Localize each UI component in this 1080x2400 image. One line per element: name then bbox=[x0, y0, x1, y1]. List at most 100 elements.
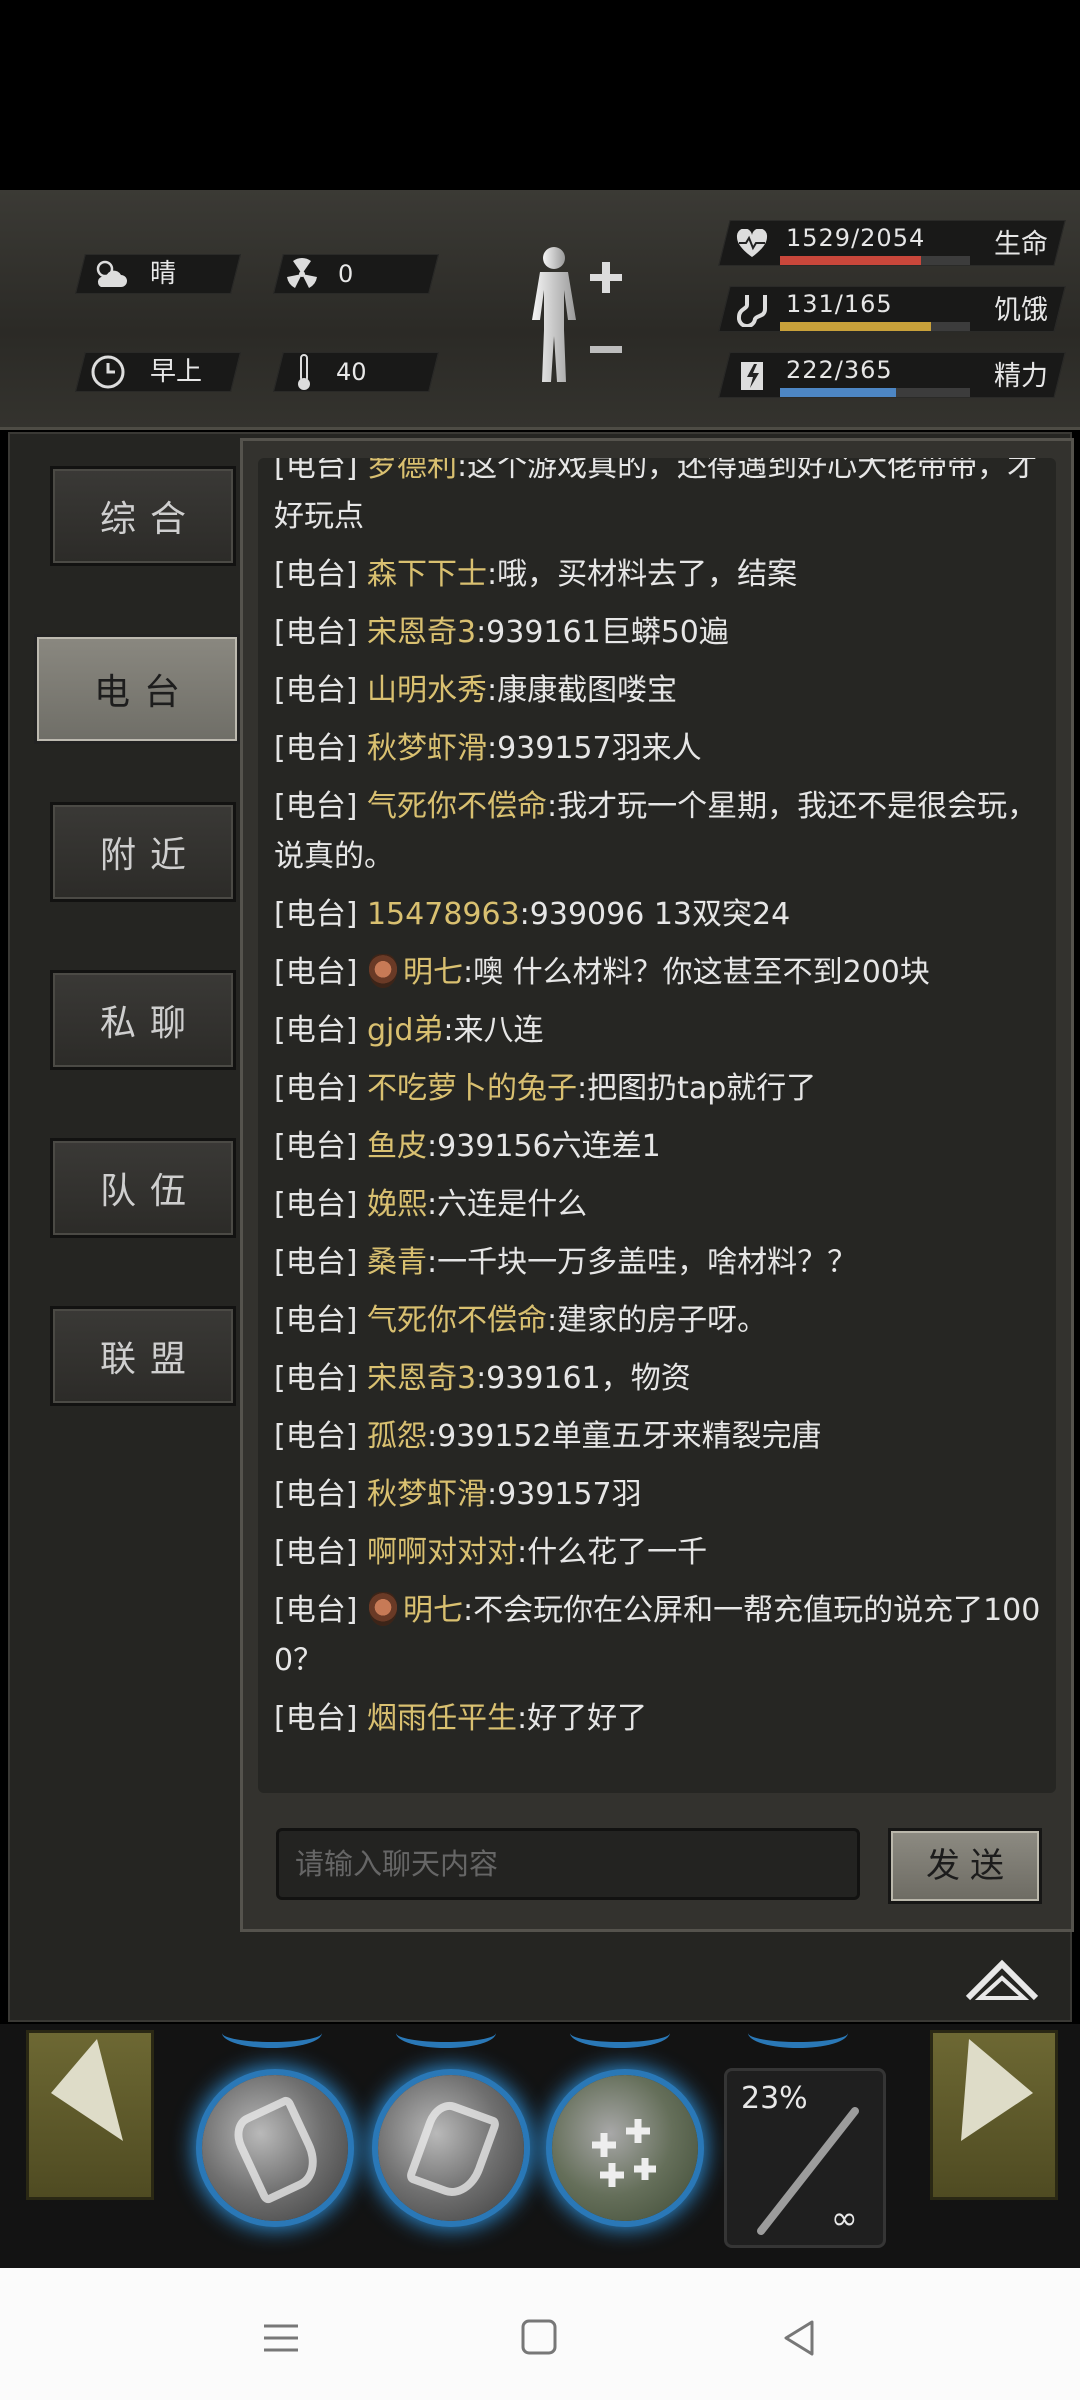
message-channel: [电台] bbox=[274, 1593, 358, 1628]
message-sender[interactable]: 森下下士 bbox=[367, 557, 487, 592]
message-channel: [电台] bbox=[274, 1129, 358, 1164]
tab-nearby[interactable]: 附近 bbox=[50, 802, 236, 902]
hunger-bar-fill bbox=[780, 322, 931, 331]
health-label: 生命 bbox=[994, 229, 1048, 260]
message-sender[interactable]: 气死你不偿命 bbox=[367, 789, 547, 824]
temperature-value: 40 bbox=[336, 358, 367, 386]
skill-slot-halo bbox=[748, 2018, 848, 2048]
back-icon[interactable] bbox=[770, 2308, 830, 2368]
message-sender[interactable]: 山明水秀 bbox=[367, 673, 487, 708]
next-page-button[interactable] bbox=[930, 2030, 1058, 2200]
skill-slot-halo bbox=[222, 2018, 322, 2048]
message-sender[interactable]: 孤怨 bbox=[367, 1419, 427, 1454]
status-bar: 晴 0 早上 40 1529/2054 生命 131/165 饥饿 222/36… bbox=[0, 190, 1080, 430]
thermometer-icon bbox=[284, 352, 324, 392]
radiation-value: 0 bbox=[338, 260, 354, 288]
time-of-day: 早上 bbox=[150, 357, 203, 387]
message-sender[interactable]: 罗德利 bbox=[367, 458, 457, 484]
message-text: :939096 13双突24 bbox=[519, 897, 791, 932]
body-icon[interactable] bbox=[520, 242, 630, 392]
hunger-bar bbox=[780, 322, 970, 331]
message-channel: [电台] bbox=[274, 897, 358, 932]
chat-message: [电台] 森下下士:哦，买材料去了，结案 bbox=[274, 550, 1044, 600]
message-sender[interactable]: 啊啊对对对 bbox=[367, 1535, 517, 1570]
chat-message: [电台] 气死你不偿命:建家的房子呀。 bbox=[274, 1296, 1044, 1346]
radiation-icon bbox=[282, 254, 322, 294]
hunger-label: 饥饿 bbox=[994, 295, 1048, 326]
tab-general[interactable]: 综合 bbox=[50, 466, 236, 566]
message-sender[interactable]: 烟雨任平生 bbox=[367, 1701, 517, 1736]
message-sender[interactable]: 不吃萝卜的兔子 bbox=[367, 1071, 577, 1106]
skill-heal-icon[interactable] bbox=[552, 2075, 698, 2221]
message-text: :好了好了 bbox=[516, 1701, 648, 1736]
tab-alliance[interactable]: 联盟 bbox=[50, 1306, 236, 1406]
collapse-icon[interactable] bbox=[964, 1954, 1040, 2010]
skill-axe-glyph bbox=[226, 2094, 328, 2206]
vip-badge-icon bbox=[368, 954, 397, 988]
message-text: :一千块一万多盖哇，啥材料？？ bbox=[426, 1245, 858, 1280]
message-channel: [电台] bbox=[274, 1535, 358, 1570]
skill-slot-halo bbox=[396, 2018, 496, 2048]
chat-input[interactable]: 请输入聊天内容 bbox=[276, 1828, 860, 1900]
message-sender[interactable]: 气死你不偿命 bbox=[367, 1303, 547, 1338]
tab-private[interactable]: 私聊 bbox=[50, 970, 236, 1070]
home-icon[interactable] bbox=[510, 2308, 570, 2368]
message-sender[interactable]: 宋恩奇3 bbox=[367, 615, 476, 650]
message-sender[interactable]: 宋恩奇3 bbox=[367, 1361, 476, 1396]
chat-message: [电台] gjd弟:来八连 bbox=[274, 1006, 1044, 1056]
chat-message: [电台] 山明水秀:康康截图喽宝 bbox=[274, 666, 1044, 716]
vip-badge-icon bbox=[368, 1592, 397, 1626]
sun-cloud-icon bbox=[90, 254, 130, 294]
energy-value: 222/365 bbox=[786, 356, 893, 384]
message-channel: [电台] bbox=[274, 557, 358, 592]
message-channel: [电台] bbox=[274, 1361, 358, 1396]
chat-message: [电台] 秋梦虾滑:939157羽 bbox=[274, 1470, 1044, 1520]
chat-message: [电台] 明七:噢 什么材料？你这甚至不到200块 bbox=[274, 948, 1044, 998]
message-text: :939161巨蟒50遍 bbox=[476, 615, 729, 650]
prev-page-button[interactable] bbox=[26, 2030, 154, 2200]
message-text: :939156六连差1 bbox=[426, 1129, 661, 1164]
message-sender[interactable]: 娩熙 bbox=[367, 1187, 427, 1222]
chat-log[interactable]: [电台] 罗德利:这个游戏真的，还得遇到好心大佬带带，才好玩点 [电台] 森下下士… bbox=[258, 458, 1056, 1793]
message-channel: [电台] bbox=[274, 1245, 358, 1280]
tab-radio[interactable]: 电台 bbox=[34, 634, 240, 744]
message-text: :939152单童五牙来精裂完唐 bbox=[426, 1419, 822, 1454]
stomach-icon bbox=[732, 290, 772, 330]
message-text: :把图扔tap就行了 bbox=[576, 1071, 817, 1106]
message-text: :939157羽 bbox=[486, 1477, 642, 1512]
message-sender[interactable]: 秋梦虾滑 bbox=[367, 1477, 487, 1512]
message-channel: [电台] bbox=[274, 789, 358, 824]
message-sender[interactable]: 明七 bbox=[403, 955, 463, 990]
message-sender[interactable]: 鱼皮 bbox=[367, 1129, 427, 1164]
energy-bar-fill bbox=[780, 388, 896, 397]
chat-message: [电台] 不吃萝卜的兔子:把图扔tap就行了 bbox=[274, 1064, 1044, 1114]
message-sender[interactable]: 秋梦虾滑 bbox=[367, 731, 487, 766]
message-channel: [电台] bbox=[274, 955, 358, 990]
menu-icon[interactable] bbox=[250, 2308, 310, 2368]
skill-axe-icon[interactable] bbox=[202, 2075, 348, 2221]
skill-fist-icon[interactable] bbox=[378, 2075, 524, 2221]
message-text: :噢 什么材料？你这甚至不到200块 bbox=[462, 955, 930, 990]
chat-message: [电台] 宋恩奇3:939161巨蟒50遍 bbox=[274, 608, 1044, 658]
weather-label: 晴 bbox=[150, 259, 177, 289]
send-button[interactable]: 发送 bbox=[888, 1828, 1042, 1904]
message-channel: [电台] bbox=[274, 731, 358, 766]
skill-fist-glyph bbox=[404, 2095, 502, 2205]
weapon-ammo: ∞ bbox=[831, 2199, 858, 2237]
message-sender[interactable]: 明七 bbox=[403, 1593, 463, 1628]
message-sender[interactable]: 桑青 bbox=[367, 1245, 427, 1280]
message-sender[interactable]: gjd弟 bbox=[367, 1013, 443, 1048]
heart-icon bbox=[732, 224, 772, 264]
chat-message-list: [电台] 罗德利:这个游戏真的，还得遇到好心大佬带带，才好玩点 [电台] 森下下士… bbox=[274, 458, 1044, 1752]
energy-bar bbox=[780, 388, 970, 397]
message-text: :哦，买材料去了，结案 bbox=[486, 557, 798, 592]
message-channel: [电台] bbox=[274, 673, 358, 708]
message-text: :939161，物资 bbox=[476, 1361, 691, 1396]
tab-team[interactable]: 队伍 bbox=[50, 1138, 236, 1238]
message-sender[interactable]: 15478963 bbox=[367, 897, 520, 932]
weapon-stick-icon[interactable]: 23% ∞ bbox=[724, 2068, 886, 2248]
message-text: :康康截图喽宝 bbox=[486, 673, 678, 708]
message-channel: [电台] bbox=[274, 1477, 358, 1512]
chat-message: [电台] 15478963:939096 13双突24 bbox=[274, 890, 1044, 940]
chat-message: [电台] 娩熙:六连是什么 bbox=[274, 1180, 1044, 1230]
